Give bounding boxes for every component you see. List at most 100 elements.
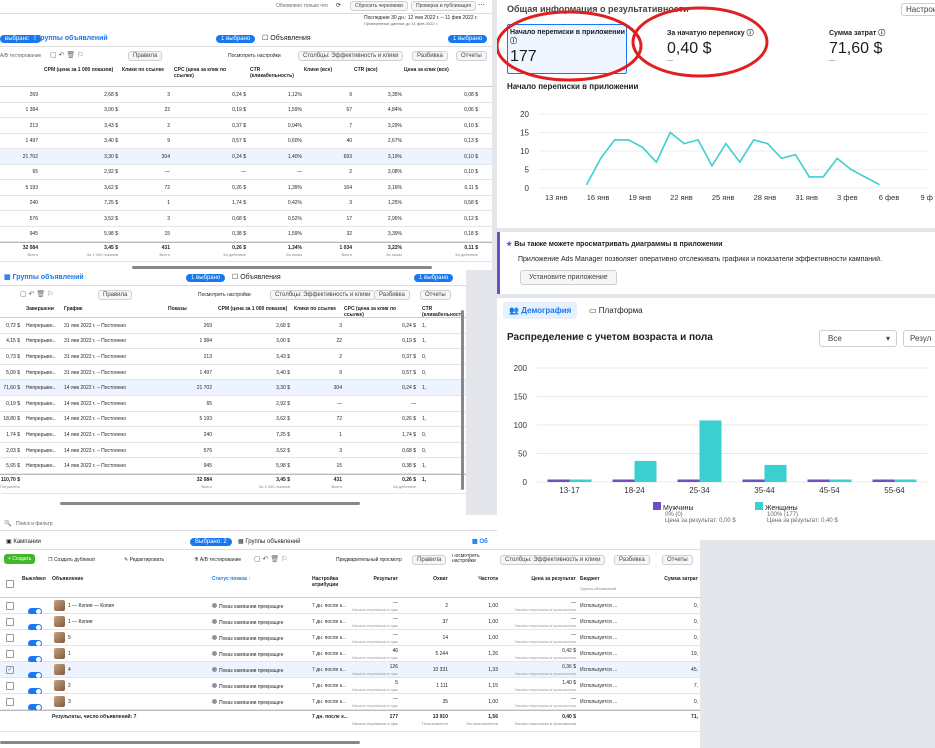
filter-select-all[interactable]: Все ▾ [819,330,897,347]
column-header[interactable]: CTR (кликабельност [422,306,462,318]
filter-select-result[interactable]: Резул [903,330,935,347]
table-row[interactable]: 5,65 $ Непрерывн... 14 янв 2022 г. – Посто… [0,458,466,474]
bar-men[interactable] [677,479,700,483]
horizontal-scrollbar-3[interactable] [0,741,360,744]
reports-dropdown-2[interactable]: Отчеты [420,290,451,300]
column-header[interactable]: Клики по ссылке [294,306,342,318]
column-header[interactable]: CTR (кликабельность) [250,67,302,87]
search-input[interactable]: Поиск и фильтр [16,521,53,527]
column-header[interactable]: Частота [452,576,498,582]
column-header[interactable] [0,67,38,87]
tab-ad-groups[interactable]: ▦ Группы объявлений [28,34,108,42]
columns-dropdown-2[interactable]: Столбцы: Эффективность и клики [270,290,376,300]
horizontal-scrollbar-2[interactable] [60,502,360,505]
bar-women[interactable] [894,479,917,483]
bar-men[interactable] [547,479,570,483]
data-point[interactable] [655,161,658,163]
breakdown-dropdown[interactable]: Разбивка [412,51,448,61]
tab-campaigns-3[interactable]: ▣ Кампании [6,538,41,545]
row-checkbox[interactable] [6,634,14,642]
column-header[interactable]: Статус показа ↑ [212,576,310,582]
data-point[interactable] [669,131,672,134]
tab-ads-3[interactable]: ▩ Об [472,538,488,545]
preview-button[interactable]: Предварительный просмотр [336,557,402,563]
install-app-button[interactable]: Установите приложение [520,270,617,285]
table-row[interactable]: 1 — Копия Показ кампании прекращен 7 дн. п… [0,614,700,631]
ads-selected-badge-2[interactable]: 1 выбрано [414,274,454,282]
rules-dropdown[interactable]: Правила [128,51,163,61]
bar-men[interactable] [807,479,830,483]
bar-women[interactable] [764,464,787,482]
row-checkbox[interactable] [6,602,14,610]
toolbar-icons[interactable]: ▢ ↶ 🗑 ⚐ [50,51,83,59]
date-range[interactable]: Последние 30 дн.: 12 янв 2022 г. – 11 фе… [364,15,492,29]
bar-men[interactable] [872,479,895,483]
table-row[interactable]: 2 Показ кампании прекращен 7 дн. после к..… [0,678,700,695]
column-header[interactable]: CPC (цена за клик по ссылке) [344,306,416,318]
table-row[interactable]: 0,72 $ Непрерывн... 31 янв 2022 г. – Посто… [0,318,466,334]
breakdown-dropdown-2[interactable]: Разбивка [374,290,410,300]
column-header[interactable]: Бюджет [580,576,628,582]
table-row[interactable]: 1 384 3,00 $ 22 0,19 $ 1,59% 67 4,84% 0,06 $ [0,102,492,118]
bar-women[interactable] [634,460,657,482]
table-row[interactable]: ✓ 4 Показ кампании прекращен 7 дн. после к.… [0,662,700,679]
tab-demography[interactable]: 👥 Демография [503,302,578,319]
tab-platform[interactable]: ▭ Платформа [589,306,643,315]
column-header[interactable]: Объявление [52,576,202,582]
ad-groups-selected-badge-2[interactable]: 1 выбрано [186,274,226,282]
table-row[interactable]: 1 — Копия — Копия Показ кампании прекраще… [0,598,700,615]
tab-ads[interactable]: ☐ Объявления [262,34,311,42]
data-point[interactable] [780,157,783,160]
bar-women[interactable] [829,479,852,483]
table-row[interactable]: 240 7,25 $ 1 1,74 $ 0,42% 3 1,25% 0,58 $ [0,195,492,211]
refresh-icon[interactable]: ⟳ [336,2,341,9]
view-settings-toggle[interactable]: Посмотреть настройки [228,53,281,59]
table-row[interactable]: 576 3,52 $ 3 0,68 $ 0,52% 17 2,95% 0,12 $ [0,211,492,227]
bar-women[interactable] [569,479,592,483]
select-all-checkbox[interactable] [6,580,14,588]
data-point[interactable] [711,165,713,167]
column-header[interactable]: Показы [168,306,212,318]
table-row[interactable]: 5 193 3,62 $ 72 0,26 $ 1,39% 164 3,16% 0,11 $ [0,180,492,196]
column-header[interactable]: Клики (все) [304,67,352,87]
table-row[interactable]: 3 Показ кампании прекращен 7 дн. после к..… [0,694,700,711]
table-row[interactable]: 0,73 $ Непрерывн... 31 янв 2022 г. – Посто… [0,349,466,365]
table-row[interactable]: 18,80 $ Непрерывн... 14 янв 2022 г. – Пост… [0,411,466,428]
row-checkbox[interactable]: ✓ [6,666,14,674]
rules-dropdown-2[interactable]: Правила [98,290,133,300]
column-header[interactable]: Результат [352,576,398,582]
data-point[interactable] [586,183,588,186]
data-point[interactable] [808,176,811,178]
ad-groups-selected-badge[interactable]: 1 выбрано [216,35,256,43]
data-point[interactable] [613,139,616,141]
view-settings-toggle-2[interactable]: Посмотреть настройки [198,292,251,298]
toolbar-icons-3[interactable]: ▢ ↶ 🗑 ⚐ [254,555,287,563]
data-point[interactable] [725,142,727,145]
row-checkbox[interactable] [6,698,14,706]
data-point[interactable] [850,168,852,171]
bar-men[interactable] [612,479,635,483]
ab-test-button[interactable]: А/В тестирование [0,53,41,59]
data-point[interactable] [683,142,685,145]
columns-dropdown[interactable]: Столбцы: Эффективность и клики [298,51,404,61]
review-publish-button[interactable]: Проверка и публикация [411,1,477,11]
data-point[interactable] [878,183,880,186]
column-header[interactable]: Завершени [26,306,60,318]
reports-dropdown-3[interactable]: Отчеты [662,555,693,565]
table-row[interactable]: 269 2,68 $ 3 0,24 $ 1,12% 9 3,35% 0,08 $ [0,87,492,103]
table-row[interactable]: 5 Показ кампании прекращен 7 дн. после к..… [0,630,700,647]
data-point[interactable] [752,139,755,141]
row-checkbox[interactable] [6,650,14,658]
table-row[interactable]: 1 497 3,40 $ 9 0,57 $ 0,60% 40 2,67% 0,13 $ [0,133,492,149]
column-header[interactable] [0,306,20,318]
table-row[interactable]: 65 2,92 $ — — — 2 3,08% 0,10 $ [0,164,492,180]
columns-dropdown-3[interactable]: Столбцы: Эффективность и клики [500,555,606,565]
column-header[interactable]: CPM (цена за 1 000 показов) [44,67,118,87]
column-header[interactable]: CPC (цена за клик по ссылке) [174,67,246,87]
data-point[interactable] [599,157,602,160]
table-row[interactable]: 1 Показ кампании прекращен 7 дн. после к..… [0,646,700,663]
reports-dropdown[interactable]: Отчеты [456,51,487,61]
create-button[interactable]: + Создать [4,554,36,564]
data-point[interactable] [794,153,797,156]
table-row[interactable]: 71,60 $ Непрерывн... 14 янв 2022 г. – Пост… [0,380,466,396]
